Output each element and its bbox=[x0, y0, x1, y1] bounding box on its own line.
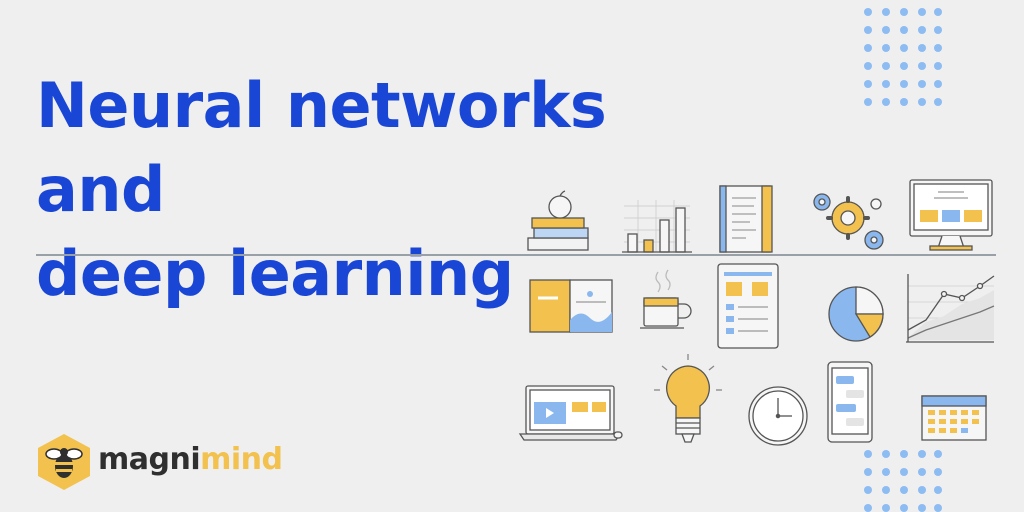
headline: Neural networks and deep learning bbox=[36, 64, 607, 316]
gears-icon bbox=[808, 188, 888, 256]
brand-name-part2: mind bbox=[200, 442, 283, 477]
smartphone-chat-icon bbox=[826, 360, 876, 444]
brand-name: magnimind bbox=[98, 442, 283, 478]
dot-grid-top bbox=[862, 4, 942, 112]
brochure-icon bbox=[528, 276, 614, 336]
apple-books-icon bbox=[524, 190, 594, 252]
calendar-icon bbox=[916, 392, 992, 444]
bar-chart-icon bbox=[620, 198, 694, 254]
laptop-video-icon bbox=[518, 384, 628, 442]
document-icon bbox=[716, 184, 776, 254]
pie-chart-icon bbox=[826, 284, 886, 344]
headline-line-3: deep learning bbox=[36, 237, 514, 310]
clock-icon bbox=[746, 384, 810, 448]
line-chart-icon bbox=[904, 272, 996, 344]
coffee-cup-icon bbox=[638, 268, 694, 332]
headline-line-1: Neural networks bbox=[36, 69, 607, 142]
tablet-layout-icon bbox=[716, 262, 780, 350]
brand-name-part1: magni bbox=[98, 442, 201, 477]
lightbulb-icon bbox=[652, 352, 724, 446]
monitor-icon bbox=[906, 178, 996, 252]
dot-grid-bottom bbox=[862, 446, 942, 512]
headline-line-2: and bbox=[36, 153, 165, 226]
bee-hexagon-logo-icon bbox=[38, 434, 90, 490]
